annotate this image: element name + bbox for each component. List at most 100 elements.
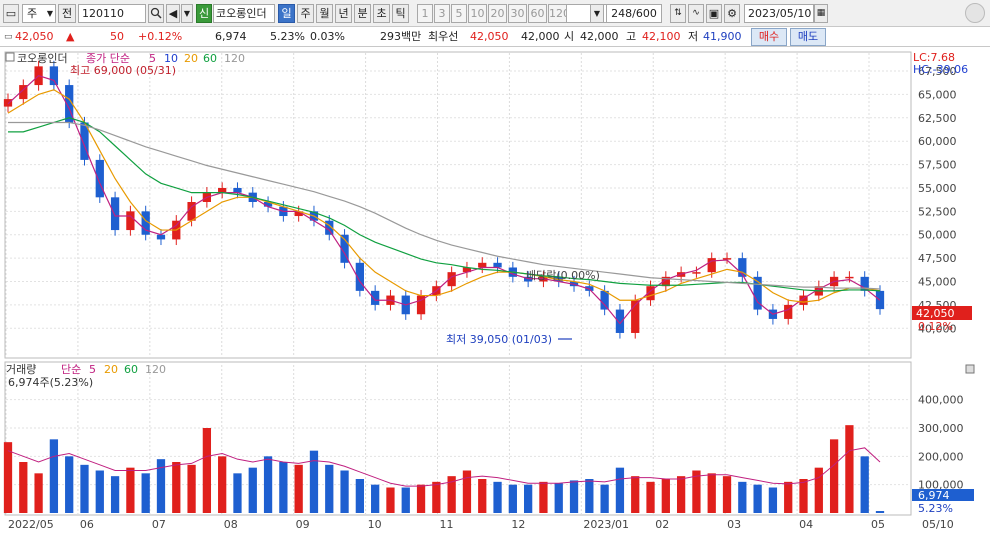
- speaker-icon[interactable]: ◀: [166, 4, 180, 23]
- volume-bar: [416, 484, 426, 513]
- close-icon[interactable]: [965, 3, 985, 23]
- volume-bar: [325, 464, 334, 513]
- period-tab-5[interactable]: 초: [373, 4, 390, 23]
- interval-tab-30[interactable]: 30: [508, 4, 527, 23]
- volume-bar: [493, 481, 502, 513]
- quote-bar: ▭ 42,050 ▲ 50 +0.12% 6,974 5.23% 0.03% 2…: [0, 27, 990, 47]
- date-input[interactable]: 2023/05/10: [744, 4, 814, 23]
- period-tab-6[interactable]: 틱: [392, 4, 409, 23]
- candle-body: [126, 211, 135, 231]
- candle-body: [692, 272, 701, 274]
- stock-name-field[interactable]: 코오롱인더: [213, 4, 275, 23]
- ma120-legend: 120: [224, 52, 245, 65]
- vol-ma120-legend: 120: [145, 363, 166, 376]
- sell-button[interactable]: 매도: [790, 28, 826, 46]
- candle-body: [615, 309, 625, 333]
- calendar-icon[interactable]: ▦: [814, 4, 828, 23]
- volume-panel-menu-icon[interactable]: [965, 364, 975, 374]
- current-price: 42,050: [15, 30, 54, 43]
- interval-dropdown-icon[interactable]: ▼: [590, 4, 604, 23]
- vol-ma60-legend: 60: [124, 363, 138, 376]
- bar-count-field[interactable]: 248/600: [606, 4, 662, 23]
- ma60-legend: 60: [203, 52, 217, 65]
- date-tick-label: 04: [799, 518, 813, 531]
- volume-bar: [585, 479, 594, 513]
- volume-bar: [615, 467, 625, 513]
- hc-label: HC:-39.06: [913, 63, 968, 76]
- candle-body: [3, 99, 13, 107]
- date-tick-label: 09: [296, 518, 310, 531]
- price-change-pct: +0.12%: [138, 30, 183, 43]
- volume-tick-label: 300,000: [918, 422, 964, 435]
- volume-bar: [829, 439, 839, 513]
- volume-tick-label: 400,000: [918, 394, 964, 407]
- interval-tab-10[interactable]: 10: [468, 4, 487, 23]
- volume-bar: [524, 484, 533, 513]
- new-badge[interactable]: 신: [196, 4, 212, 23]
- period-tab-3[interactable]: 년: [335, 4, 352, 23]
- interval-tab-1[interactable]: 1: [417, 4, 433, 23]
- price-change: 50: [110, 30, 124, 43]
- volume-bar: [676, 476, 686, 513]
- volume-bar: [65, 456, 74, 513]
- volume-bar: [371, 484, 380, 513]
- price-volume-chart[interactable]: 67,50065,00062,50060,00057,50055,00052,5…: [0, 47, 990, 538]
- price-tick-label: 47,500: [918, 252, 957, 265]
- volume-current-value: 6,974주(5.23%): [8, 376, 93, 389]
- volume-bar: [707, 473, 716, 513]
- save-icon[interactable]: ▣: [706, 4, 722, 23]
- volume-bar: [631, 476, 640, 513]
- period-tab-2[interactable]: 월: [316, 4, 333, 23]
- volume-bar: [95, 470, 104, 513]
- volume-bar: [478, 479, 487, 513]
- volume-bar: [110, 476, 120, 513]
- best-ask: 42,050: [470, 30, 509, 43]
- interval-tab-120[interactable]: 120: [548, 4, 567, 23]
- indicator-icon[interactable]: ∿: [688, 4, 704, 23]
- window-icon[interactable]: ▭: [3, 4, 19, 23]
- interval-tab-60[interactable]: 60: [528, 4, 547, 23]
- best-bid: 42,000: [521, 30, 560, 43]
- volume-bar: [860, 456, 869, 513]
- volume-bar: [233, 473, 242, 513]
- volume-bar: [845, 425, 854, 513]
- price-legend-name: 코오롱인더: [17, 52, 68, 65]
- volume-bar: [218, 456, 227, 513]
- date-tick-label: 05/10: [922, 518, 954, 531]
- date-tick-label: 07: [152, 518, 166, 531]
- up-arrow-icon: ▲: [66, 30, 75, 43]
- candle-body: [49, 66, 59, 86]
- volume-bar: [722, 476, 732, 513]
- interval-tab-20[interactable]: 20: [488, 4, 507, 23]
- candle-body: [600, 290, 609, 310]
- volume-bar: [34, 473, 43, 513]
- period-tab-1[interactable]: 주: [297, 4, 314, 23]
- interval-tab-3[interactable]: 3: [434, 4, 450, 23]
- collapse-icon[interactable]: ▭: [4, 30, 13, 44]
- period-tab-0[interactable]: 일: [278, 4, 295, 23]
- buy-button[interactable]: 매수: [751, 28, 787, 46]
- gear-icon[interactable]: ⚙: [724, 4, 740, 23]
- search-icon[interactable]: [148, 4, 164, 23]
- prev-button[interactable]: 전: [58, 4, 76, 23]
- candle-body: [95, 159, 104, 198]
- period-tab-4[interactable]: 분: [354, 4, 371, 23]
- current-pct-tag: 0.12%: [918, 320, 953, 333]
- date-tick-label: 2023/01: [583, 518, 629, 531]
- stock-code-input[interactable]: 120110: [78, 4, 146, 23]
- volume-bar: [401, 487, 410, 513]
- chart-toolbar: ▭ 주 ▼ 전 120110 ◀ ▼ 신 코오롱인더 ▼ 248/600 ⇅ ∿ …: [0, 0, 990, 27]
- candle-body: [218, 187, 227, 193]
- volume-bar: [309, 450, 319, 513]
- price-tick-label: 62,500: [918, 112, 957, 125]
- volume-pct-tag: 5.23%: [918, 502, 953, 515]
- low-label: 저: [688, 30, 699, 43]
- speaker-dropdown-icon[interactable]: ▼: [181, 4, 193, 23]
- interval-tab-5[interactable]: 5: [451, 4, 467, 23]
- volume-tick-label: 200,000: [918, 450, 964, 463]
- price-tick-label: 55,000: [918, 182, 957, 195]
- min-price-note: 최저 39,050 (01/03): [446, 333, 552, 346]
- period-select-value: 주: [27, 7, 38, 20]
- period-select[interactable]: 주 ▼: [22, 4, 56, 23]
- candle-settings-icon[interactable]: ⇅: [670, 4, 686, 23]
